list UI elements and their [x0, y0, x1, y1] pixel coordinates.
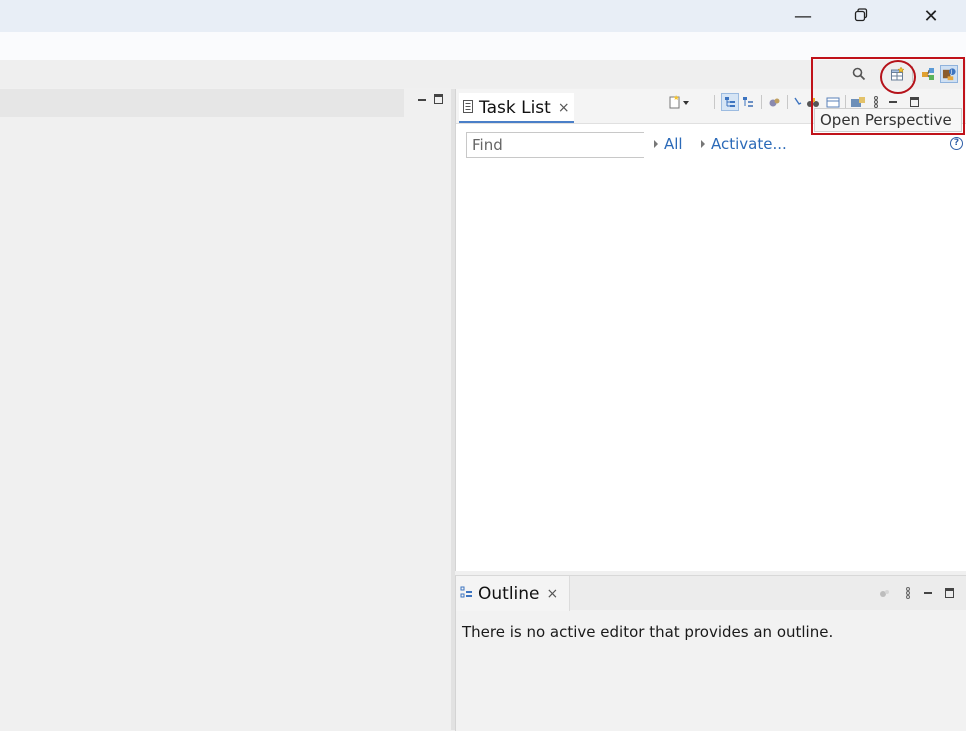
tab-task-list[interactable]: Task List ×: [459, 93, 574, 123]
view-menu-icon[interactable]: [905, 584, 911, 602]
toolbar-separator: [787, 95, 788, 109]
toolbar-separator: [761, 95, 762, 109]
group-by-icon[interactable]: [742, 93, 755, 111]
filter-all-link[interactable]: All: [654, 135, 683, 153]
maximize-view-icon[interactable]: [434, 94, 443, 104]
title-bar: — ✕: [0, 0, 966, 32]
toolbar-separator: [714, 95, 715, 109]
close-window-button[interactable]: ✕: [908, 0, 954, 32]
new-task-icon[interactable]: [669, 93, 693, 111]
maximize-view-icon[interactable]: [945, 584, 954, 602]
triangle-right-icon: [654, 140, 658, 148]
search-icon[interactable]: [850, 65, 868, 83]
tab-outline[interactable]: Outline ×: [456, 576, 570, 611]
toolbar-separator: [845, 95, 846, 109]
focus-workweek-icon[interactable]: [721, 93, 739, 111]
task-list-icon: [463, 98, 474, 118]
svg-text:J: J: [949, 69, 952, 75]
outline-icon: [460, 584, 473, 604]
synchronize-icon[interactable]: [768, 93, 781, 111]
close-tab-icon[interactable]: ×: [558, 100, 570, 116]
menu-bar: [0, 32, 966, 60]
outline-empty-message: There is no active editor that provides …: [462, 623, 834, 641]
task-list-view: Task List × Find All Activate... ?: [455, 89, 966, 571]
open-perspective-icon[interactable]: [889, 65, 907, 83]
link-with-editor-icon[interactable]: [878, 584, 891, 602]
active-tab-indicator: [459, 121, 574, 123]
toolbar-separator: [912, 66, 913, 82]
minimize-view-icon[interactable]: [924, 584, 932, 602]
close-tab-icon[interactable]: ×: [547, 586, 559, 602]
triangle-right-icon: [701, 140, 705, 148]
main-toolbar: [0, 60, 966, 88]
close-icon: ✕: [923, 5, 939, 27]
editor-area: [0, 89, 451, 730]
help-icon[interactable]: ?: [950, 137, 963, 150]
outline-header: Outline ×: [456, 576, 966, 611]
outline-tab-label: Outline: [478, 583, 540, 604]
minimize-button[interactable]: —: [780, 0, 826, 32]
java-ee-perspective-icon[interactable]: [919, 65, 937, 83]
find-input[interactable]: [466, 132, 644, 158]
restore-button[interactable]: [838, 0, 884, 32]
minimize-view-icon[interactable]: [418, 99, 426, 101]
task-list-tab-label: Task List: [479, 97, 551, 118]
collapse-all-icon[interactable]: [793, 93, 803, 111]
java-perspective-icon[interactable]: J: [940, 65, 958, 83]
editor-tab-strip: [0, 89, 404, 117]
outline-view: Outline × There is no active editor that…: [455, 575, 966, 731]
open-perspective-tooltip: Open Perspective: [814, 108, 962, 132]
activate-link[interactable]: Activate...: [701, 135, 787, 153]
restore-icon: [854, 6, 868, 27]
minimize-icon: —: [794, 5, 812, 27]
